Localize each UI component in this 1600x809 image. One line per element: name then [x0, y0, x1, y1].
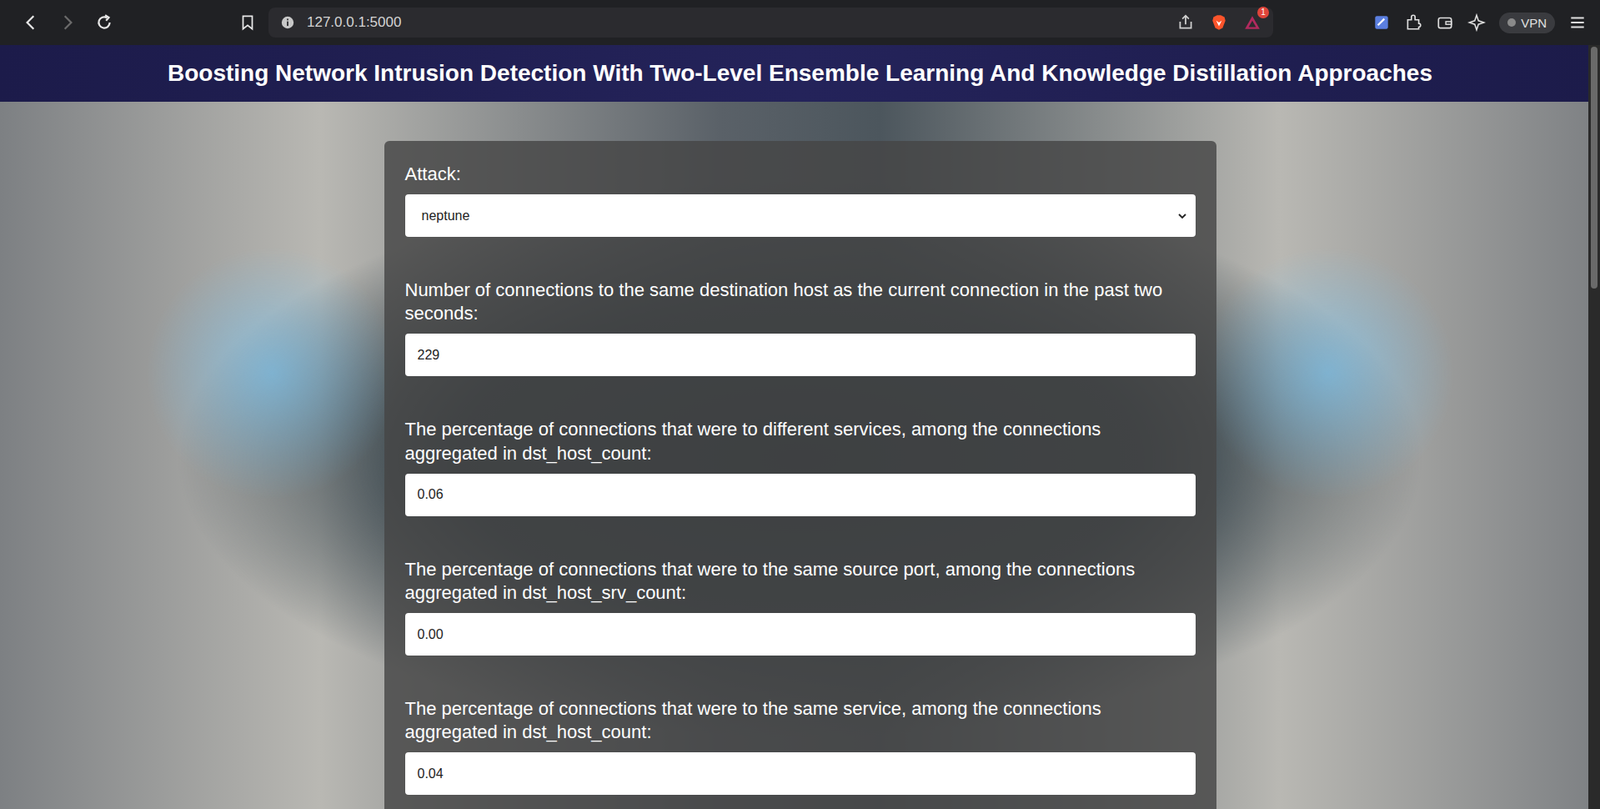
field-input[interactable]: 229: [405, 333, 1196, 377]
brave-lion-icon[interactable]: [1209, 13, 1229, 32]
form-field: The percentage of connections that were …: [405, 697, 1196, 795]
page-title: Boosting Network Intrusion Detection Wit…: [167, 60, 1433, 87]
forward-icon[interactable]: [58, 13, 77, 32]
address-bar[interactable]: 127.0.0.1:5000 1: [268, 7, 1274, 38]
vpn-status-dot: [1507, 18, 1516, 27]
bookmark-icon[interactable]: [238, 13, 257, 32]
field-label: The percentage of connections that were …: [405, 557, 1196, 605]
attack-select[interactable]: neptune: [405, 194, 1196, 237]
notification-badge: 1: [1257, 6, 1269, 19]
scrollbar[interactable]: [1588, 45, 1600, 809]
scrollbar-thumb[interactable]: [1590, 46, 1598, 289]
form-field: Number of connections to the same destin…: [405, 278, 1196, 377]
browser-window: 127.0.0.1:5000 1 VPN Boosting Network Intru…: [0, 0, 1600, 809]
menu-icon[interactable]: [1568, 13, 1587, 32]
back-icon[interactable]: [21, 13, 41, 32]
reload-icon[interactable]: [95, 13, 114, 32]
page-viewport: Boosting Network Intrusion Detection Wit…: [0, 45, 1600, 809]
address-text[interactable]: 127.0.0.1:5000: [306, 14, 402, 31]
field-label: Number of connections to the same destin…: [405, 278, 1196, 326]
field-input[interactable]: 0.04: [405, 752, 1196, 795]
form-field: The percentage of connections that were …: [405, 417, 1196, 516]
field-label: Attack:: [405, 162, 1196, 186]
form-field: Attack: neptune: [405, 162, 1196, 237]
vpn-button[interactable]: VPN: [1499, 12, 1555, 34]
field-input[interactable]: 0.06: [405, 473, 1196, 517]
background-image: Attack: neptune Number of connections to t…: [0, 101, 1600, 809]
field-input[interactable]: 0.00: [405, 612, 1196, 656]
field-label: The percentage of connections that were …: [405, 417, 1196, 465]
browser-toolbar: 127.0.0.1:5000 1 VPN: [0, 0, 1600, 46]
prediction-form: Attack: neptune Number of connections to t…: [384, 140, 1217, 809]
chevron-down-icon: [1177, 210, 1188, 221]
form-field: The percentage of connections that were …: [405, 557, 1196, 656]
leo-ai-icon[interactable]: [1467, 13, 1486, 32]
extensions-icon[interactable]: [1404, 13, 1423, 32]
share-icon[interactable]: [1176, 13, 1195, 32]
info-icon[interactable]: [280, 15, 296, 31]
field-label: The percentage of connections that were …: [405, 697, 1196, 744]
wallet-icon[interactable]: [1435, 13, 1455, 32]
page-header: Boosting Network Intrusion Detection Wit…: [0, 45, 1600, 102]
notes-extension-icon[interactable]: [1372, 13, 1391, 32]
